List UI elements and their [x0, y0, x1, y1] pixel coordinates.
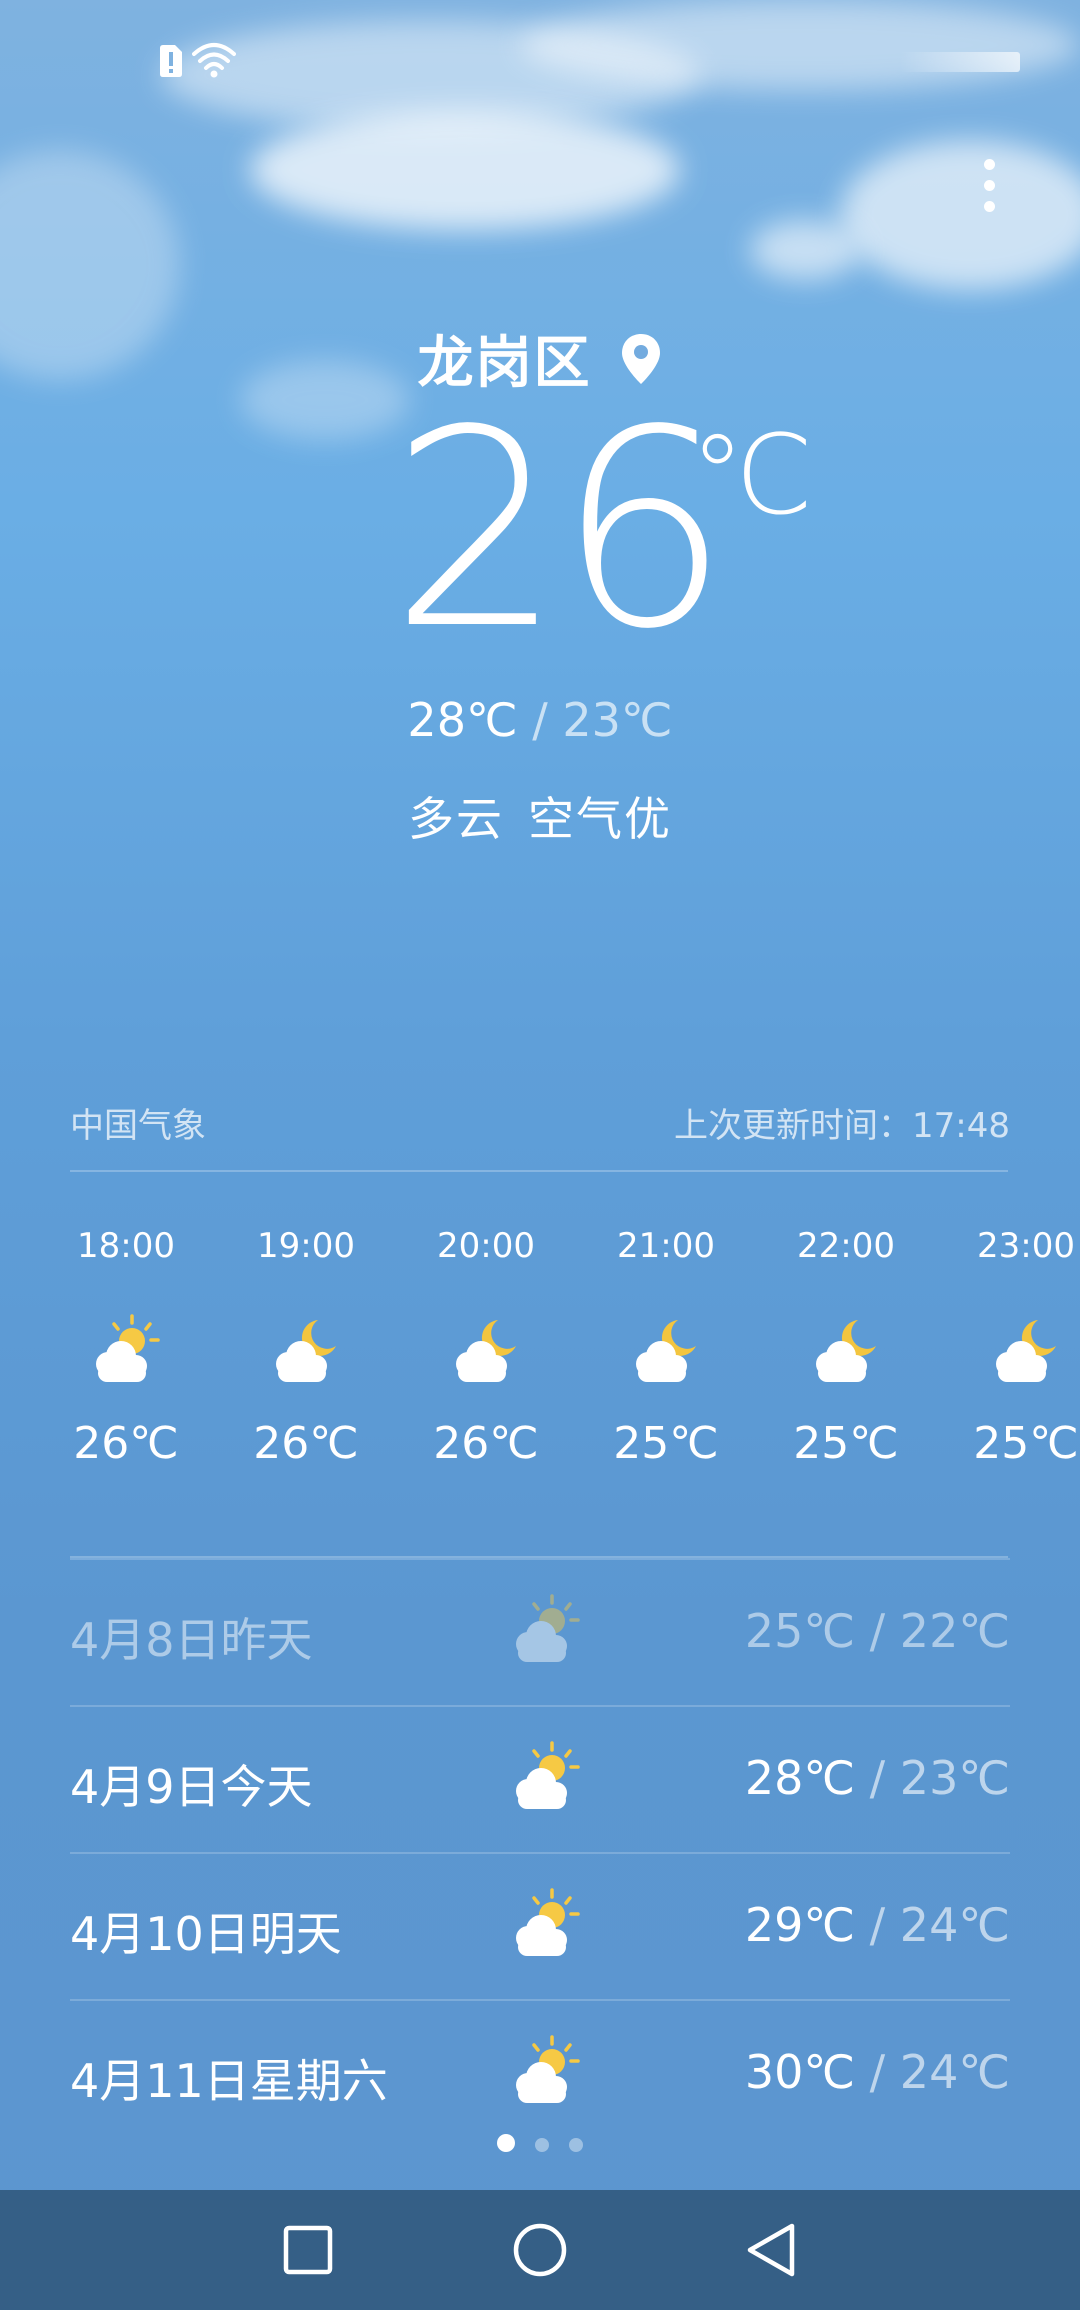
battery-indicator [900, 52, 1020, 72]
page-indicator [0, 2134, 1080, 2156]
partly-cloudy-night-icon [986, 1314, 1066, 1390]
day-high: 25℃ [744, 1604, 856, 1658]
range-separator: / [855, 1751, 900, 1805]
daily-row[interactable]: 4月10日明天 29℃ / 24℃ [70, 1852, 1010, 1999]
day-date: 4月10日明天 [70, 1907, 342, 1961]
day-date: 4月11日星期六 [70, 2054, 388, 2108]
page-dot[interactable] [535, 2138, 549, 2152]
range-separator: / [855, 2045, 900, 2099]
partly-cloudy-day-icon [506, 2035, 586, 2111]
hour-temp: 26℃ [253, 1418, 359, 1469]
day-range: 25℃ / 22℃ [745, 1604, 1010, 1658]
day-range: 29℃ / 24℃ [745, 1898, 1010, 1952]
last-updated: 上次更新时间：17:48 [674, 1106, 1010, 1146]
partly-cloudy-night-icon [446, 1314, 526, 1390]
partly-cloudy-day-icon [506, 1888, 586, 1964]
daily-row[interactable]: 4月9日今天 28℃ / 23℃ [70, 1705, 1010, 1852]
sky-cloud [750, 220, 860, 280]
today-high-low: 28℃ / 23℃ [0, 693, 1080, 747]
hour-temp: 25℃ [973, 1418, 1079, 1469]
home-circle-icon[interactable] [510, 2220, 570, 2280]
data-provider: 中国气象 [70, 1106, 206, 1146]
hourly-item[interactable]: 19:00 26℃ [236, 1220, 376, 1474]
divider [70, 1170, 1008, 1172]
day-low: 24℃ [899, 2045, 1010, 2099]
sim-alert-icon [160, 45, 182, 77]
hour-temp: 26℃ [73, 1418, 179, 1469]
range-separator: / [855, 1604, 900, 1658]
day-low: 22℃ [899, 1604, 1010, 1658]
weather-condition: 多云 [408, 792, 504, 846]
sky-cloud [250, 110, 680, 230]
partly-cloudy-day-icon [506, 1594, 586, 1670]
hour-temp: 25℃ [793, 1418, 899, 1469]
day-low: 23℃ [899, 1751, 1010, 1805]
hourly-item[interactable]: 22:00 25℃ [776, 1220, 916, 1474]
daily-forecast: 4月8日昨天 25℃ / 22℃ 4月9日今天 28℃ / 23℃ 4月10日明天 29℃… [70, 1558, 1010, 2146]
hour-temp: 26℃ [433, 1418, 539, 1469]
hour-temp: 25℃ [613, 1418, 719, 1469]
day-date: 4月8日昨天 [70, 1613, 313, 1667]
partly-cloudy-night-icon [806, 1314, 886, 1390]
partly-cloudy-night-icon [626, 1314, 706, 1390]
weather-screen: 龙岗区 26 ℃ 28℃ / 23℃ 多云 空气优 中国气象 上次更新时间：17:… [0, 0, 1080, 2310]
current-temperature: 26 [390, 373, 730, 689]
high-low-separator: / [532, 693, 548, 747]
square-nav-icon[interactable] [278, 2220, 338, 2280]
day-low: 24℃ [899, 1898, 1010, 1952]
temperature-unit: ℃ [690, 411, 814, 539]
today-high: 28℃ [407, 693, 518, 747]
more-menu-icon[interactable] [970, 155, 1010, 217]
hour-time: 23:00 [977, 1226, 1075, 1266]
hour-time: 19:00 [257, 1226, 355, 1266]
hourly-item[interactable]: 23:00 25℃ [956, 1220, 1080, 1474]
day-high: 29℃ [744, 1898, 856, 1952]
partly-cloudy-day-icon [506, 1741, 586, 1817]
daily-row[interactable]: 4月11日星期六 30℃ / 24℃ [70, 1999, 1010, 2146]
hourly-item[interactable]: 20:00 26℃ [416, 1220, 556, 1474]
day-date: 4月9日今天 [70, 1760, 313, 1814]
day-range: 28℃ / 23℃ [745, 1751, 1010, 1805]
range-separator: / [855, 1898, 900, 1952]
hour-time: 20:00 [437, 1226, 535, 1266]
hour-time: 18:00 [77, 1226, 175, 1266]
status-bar [0, 0, 1080, 120]
page-dot[interactable] [497, 2134, 515, 2152]
daily-row[interactable]: 4月8日昨天 25℃ / 22℃ [70, 1558, 1010, 1705]
back-triangle-icon[interactable] [742, 2220, 802, 2280]
source-row: 中国气象 上次更新时间：17:48 [70, 1098, 1010, 1158]
hour-time: 22:00 [797, 1226, 895, 1266]
partly-cloudy-day-icon [86, 1314, 166, 1390]
wifi-icon [192, 43, 236, 78]
day-high: 28℃ [744, 1751, 856, 1805]
hourly-item[interactable]: 21:00 25℃ [596, 1220, 736, 1474]
day-high: 30℃ [744, 2045, 856, 2099]
today-low: 23℃ [562, 693, 673, 747]
navigation-bar [0, 2190, 1080, 2310]
sky-cloud [840, 140, 1080, 290]
hourly-item[interactable]: 18:00 26℃ [56, 1220, 196, 1474]
partly-cloudy-night-icon [266, 1314, 346, 1390]
page-dot[interactable] [569, 2138, 583, 2152]
current-condition: 多云 空气优 [0, 783, 1080, 849]
hourly-forecast[interactable]: 18:00 26℃ 19:00 26℃ 20:00 26℃ 21:00 25℃ 22:00 25℃… [0, 1220, 1080, 1520]
day-range: 30℃ / 24℃ [745, 2045, 1010, 2099]
air-quality[interactable]: 空气优 [528, 792, 672, 846]
hour-time: 21:00 [617, 1226, 715, 1266]
